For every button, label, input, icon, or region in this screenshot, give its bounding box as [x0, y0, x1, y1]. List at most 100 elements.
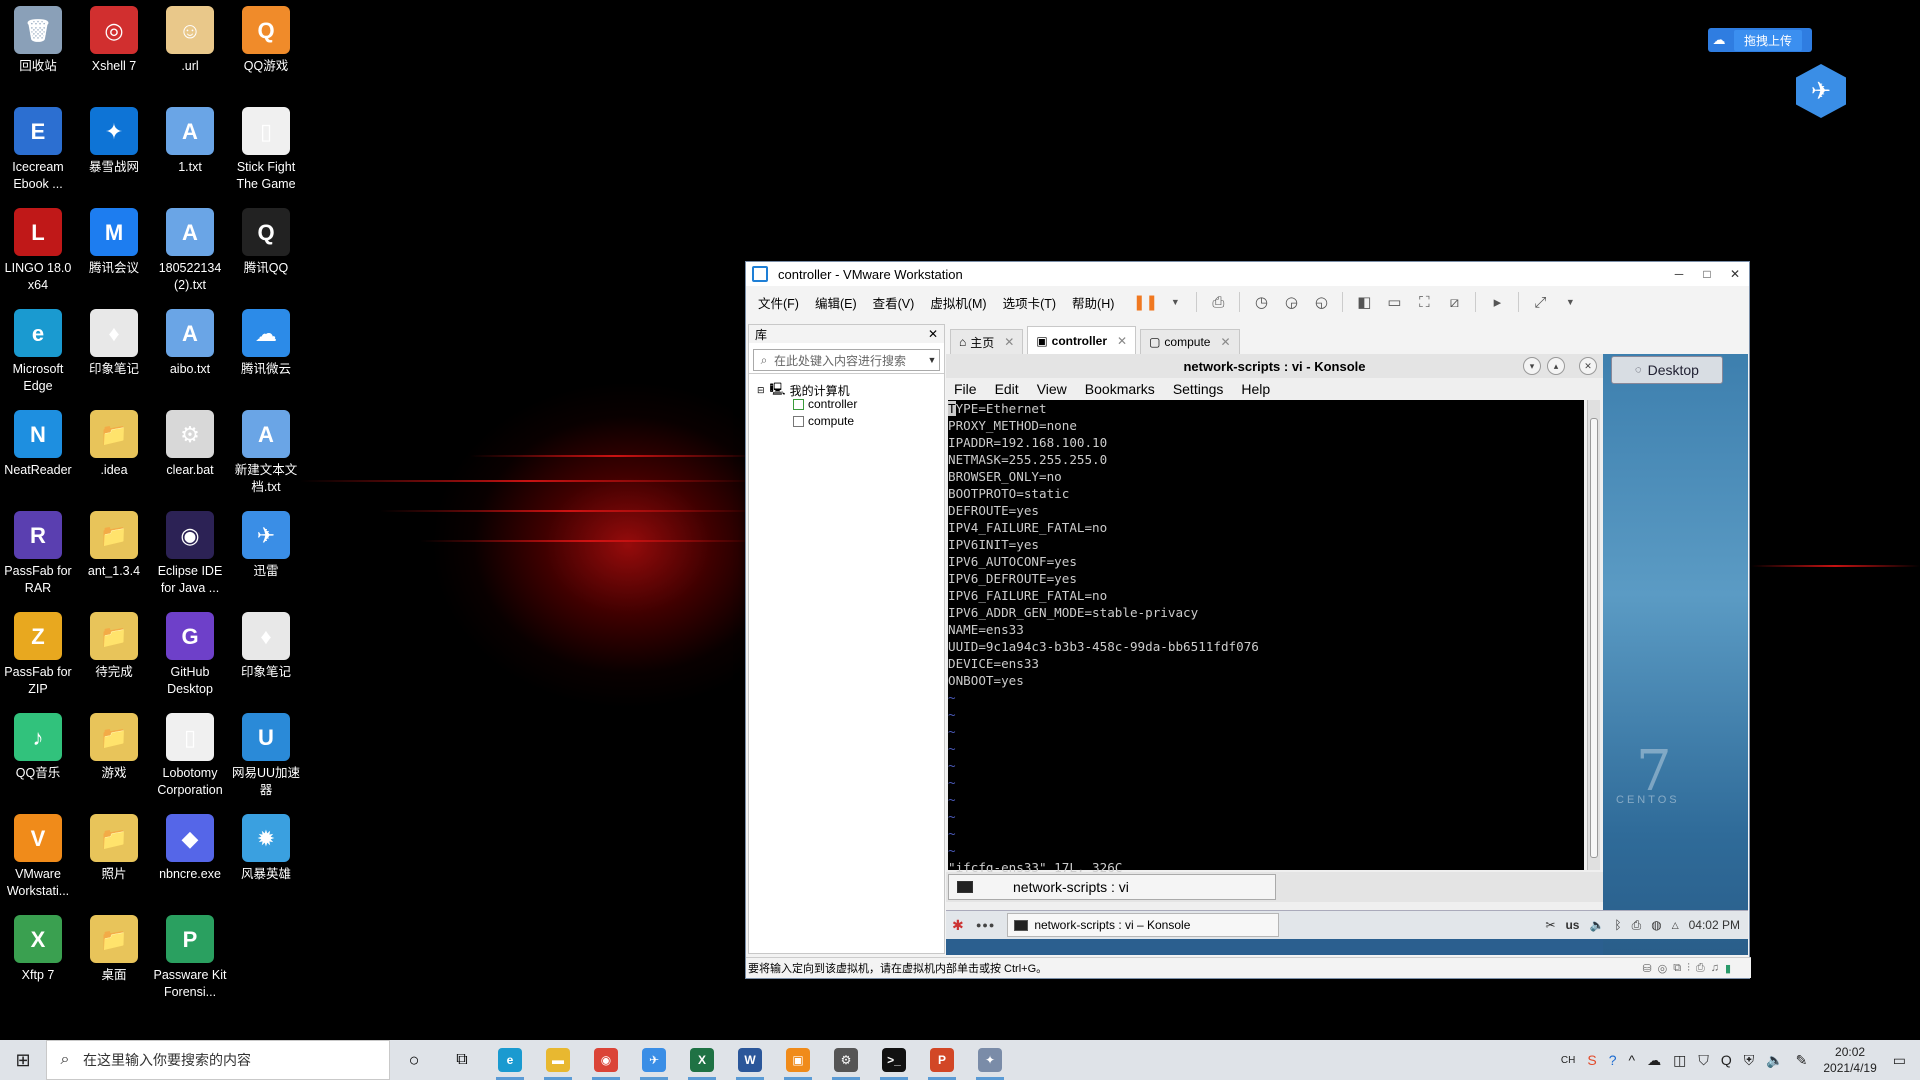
desktop-icon-item[interactable]: ☁ 腾讯微云: [228, 303, 304, 378]
desktop-icon-item[interactable]: U 网易UU加速 器: [228, 707, 304, 799]
taskbar-app-thunder[interactable]: ✈: [630, 1040, 678, 1080]
chevron-up-icon[interactable]: ^: [1629, 1052, 1636, 1068]
printer-icon[interactable]: ⎙: [1696, 962, 1705, 975]
desktop-icon-item[interactable]: Q 腾讯QQ: [228, 202, 304, 277]
sogou-icon[interactable]: S: [1587, 1052, 1596, 1068]
desktop-icon-item[interactable]: P Passware Kit Forensi...: [152, 909, 228, 1001]
qq-icon[interactable]: Q: [1721, 1052, 1732, 1068]
close-icon[interactable]: ✕: [1579, 357, 1597, 375]
onedrive-icon[interactable]: ◫: [1673, 1052, 1686, 1069]
taskbar-app-chrome[interactable]: ◉: [582, 1040, 630, 1080]
network-icon[interactable]: ◍: [1651, 918, 1661, 932]
desktop-icon-item[interactable]: ♪ QQ音乐: [0, 707, 76, 782]
menu-edit[interactable]: 编辑(E): [815, 293, 857, 312]
cd-icon[interactable]: ◎: [1658, 962, 1668, 975]
upload-button[interactable]: 拖拽上传: [1734, 29, 1803, 51]
taskbar-app-explorer[interactable]: ▬: [534, 1040, 582, 1080]
taskbar-app-word[interactable]: W: [726, 1040, 774, 1080]
tab-controller[interactable]: ▣ controller ✕: [1027, 326, 1137, 354]
maximize-icon[interactable]: □: [1693, 267, 1721, 281]
chevron-up-icon[interactable]: ▴: [1547, 357, 1565, 375]
desktop-icon-item[interactable]: A 1.txt: [152, 101, 228, 176]
taskbar-app-powerpoint[interactable]: P: [918, 1040, 966, 1080]
vm-console[interactable]: ◌ Desktop 7 CENTOS network-scripts : vi …: [946, 354, 1748, 955]
desktop-icon-item[interactable]: A 180522134 (2).txt: [152, 202, 228, 294]
sound-icon[interactable]: ♫: [1711, 962, 1719, 975]
thumbnail-icon[interactable]: ▭: [1383, 291, 1405, 313]
network-adapter-icon[interactable]: ⧉: [1673, 962, 1681, 975]
show-library-icon[interactable]: ◧: [1353, 291, 1375, 313]
pause-icon[interactable]: ❚❚: [1133, 291, 1158, 313]
hdd-icon[interactable]: ⛁: [1642, 962, 1651, 975]
taskbar-app-terminal[interactable]: >_: [870, 1040, 918, 1080]
library-search[interactable]: ⌕ 在此处键入内容进行搜索 ▼: [753, 349, 940, 371]
desktop-icon-item[interactable]: N NeatReader: [0, 404, 76, 479]
desktop-icon-item[interactable]: ▯ Stick Fight The Game: [228, 101, 304, 193]
desktop-icon-item[interactable]: ✦ 暴雪战网: [76, 101, 152, 176]
snapshot-manager-icon[interactable]: ◵: [1310, 291, 1332, 313]
windows-start-icon[interactable]: ⊞: [0, 1040, 46, 1080]
close-icon[interactable]: ✕: [1721, 267, 1749, 281]
fullscreen-icon[interactable]: ⛶: [1413, 291, 1435, 313]
taskbar-app-app-extra[interactable]: ✦: [966, 1040, 1014, 1080]
menu-bookmarks[interactable]: Bookmarks: [1085, 381, 1155, 397]
desktop-icon-item[interactable]: M 腾讯会议: [76, 202, 152, 277]
menu-file[interactable]: 文件(F): [758, 293, 799, 312]
ime-indicator[interactable]: CH: [1561, 1055, 1575, 1066]
desktop-icon-item[interactable]: ♦ 印象笔记: [228, 606, 304, 681]
display-icon[interactable]: ▮: [1725, 962, 1731, 975]
tree-item-compute[interactable]: compute: [793, 414, 854, 428]
desktop-icon-item[interactable]: E Icecream Ebook ...: [0, 101, 76, 193]
tree-item-controller[interactable]: controller: [793, 397, 857, 411]
taskbar-app-edge[interactable]: e: [486, 1040, 534, 1080]
desktop-icon-item[interactable]: Z PassFab for ZIP: [0, 606, 76, 698]
guest-clock[interactable]: 04:02 PM: [1689, 918, 1740, 932]
menu-help[interactable]: 帮助(H): [1072, 293, 1114, 312]
desktop-icon-item[interactable]: 📁 桌面: [76, 909, 152, 984]
chevron-down-icon[interactable]: ▾: [1523, 357, 1541, 375]
notification-icon[interactable]: ▭: [1893, 1052, 1906, 1069]
chevron-down-icon[interactable]: ▼: [1164, 291, 1186, 313]
security-icon[interactable]: ⛉: [1698, 1052, 1709, 1069]
konsole-tab[interactable]: network-scripts : vi: [948, 874, 1276, 900]
desktop-icon-item[interactable]: Aaibo.txt: [152, 303, 228, 378]
menu-tabs[interactable]: 选项卡(T): [1003, 293, 1056, 312]
desktop-icon-item[interactable]: R PassFab for RAR: [0, 505, 76, 597]
desktop-icon-item[interactable]: ◉ Eclipse IDE for Java ...: [152, 505, 228, 597]
menu-view[interactable]: View: [1037, 381, 1067, 397]
tab-compute[interactable]: ▢ compute ✕: [1140, 329, 1240, 354]
desktop-icon-item[interactable]: ✹ 风暴英雄: [228, 808, 304, 883]
tab-home[interactable]: ⌂ 主页 ✕: [950, 329, 1024, 354]
close-library-icon[interactable]: ✕: [928, 327, 938, 341]
taskbar-app-vmware[interactable]: ▣: [774, 1040, 822, 1080]
desktop-icon-item[interactable]: ♦ 印象笔记: [76, 303, 152, 378]
unity-icon[interactable]: ⧄: [1443, 291, 1465, 313]
menu-edit[interactable]: Edit: [995, 381, 1019, 397]
desktop-icon-item[interactable]: 📁 .idea: [76, 404, 152, 479]
close-icon[interactable]: ✕: [1220, 335, 1230, 349]
printer-icon[interactable]: ⎙: [1632, 918, 1642, 933]
chevron-down-icon[interactable]: ▼: [1559, 291, 1581, 313]
desktop-icon-item[interactable]: X Xftp 7: [0, 909, 76, 984]
pen-icon[interactable]: ✎: [1796, 1052, 1808, 1069]
cloud-icon[interactable]: ☁: [1647, 1052, 1661, 1069]
desktop-icon-item[interactable]: L LINGO 18.0 x64: [0, 202, 76, 294]
menu-view[interactable]: 查看(V): [873, 293, 915, 312]
send-keys-icon[interactable]: ⎙: [1207, 291, 1229, 313]
collapse-icon[interactable]: ⊟: [757, 385, 765, 396]
revert-snapshot-icon[interactable]: ◶: [1280, 291, 1302, 313]
volume-icon[interactable]: 🔈: [1766, 1052, 1783, 1069]
kde-start-icon[interactable]: ✱: [952, 917, 972, 934]
desktop-icon-item[interactable]: ◎ Xshell 7: [76, 0, 152, 75]
desktop-icon-item[interactable]: ✈ 迅雷: [228, 505, 304, 580]
stretch-icon[interactable]: ⤢: [1529, 291, 1551, 313]
desktop-icon-item[interactable]: Q QQ游戏: [228, 0, 304, 75]
menu-help[interactable]: Help: [1241, 381, 1270, 397]
terminal-area[interactable]: TYPE=Ethernet PROXY_METHOD=none IPADDR=192…: [948, 400, 1584, 875]
desktop-icon-item[interactable]: V VMware Workstati...: [0, 808, 76, 900]
host-clock[interactable]: 20:02 2021/4/19: [1823, 1044, 1876, 1076]
desktop-button[interactable]: ◌ Desktop: [1611, 356, 1723, 384]
taskbar-search[interactable]: ⌕ 在这里输入你要搜索的内容: [46, 1040, 390, 1080]
taskbar-app-excel[interactable]: X: [678, 1040, 726, 1080]
desktop-icon-item[interactable]: 📁 照片: [76, 808, 152, 883]
